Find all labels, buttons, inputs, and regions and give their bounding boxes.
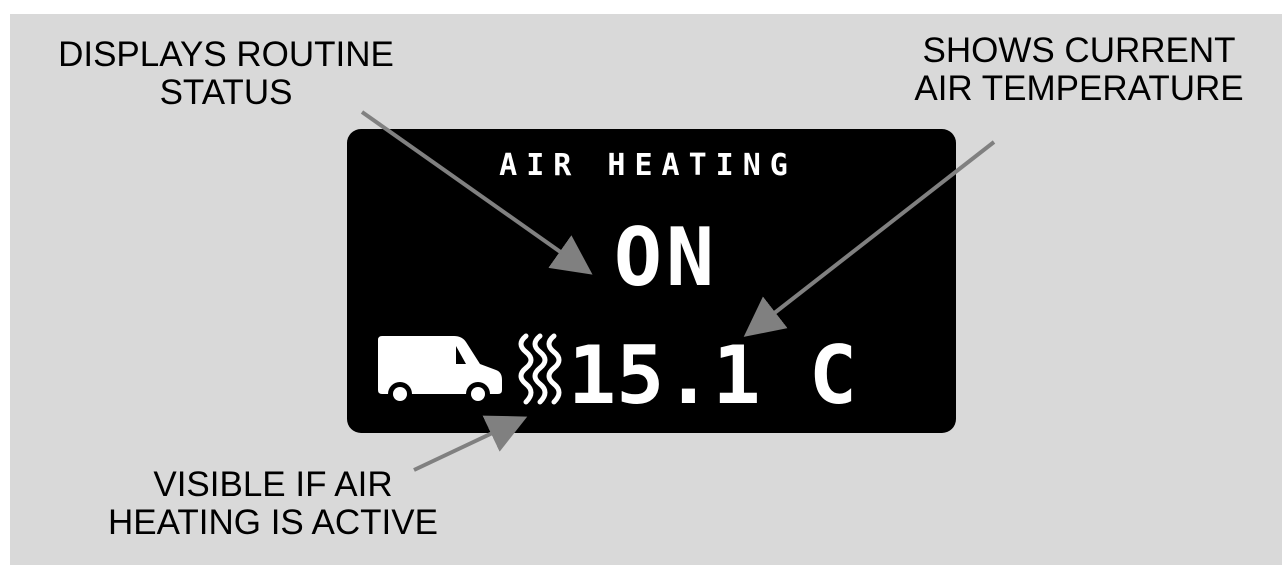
callout-heating-active-line-2: HEATING IS ACTIVE [108,503,438,542]
callout-air-temperature-line-2: AIR TEMPERATURE [914,69,1244,108]
callout-heating-active-line-1: VISIBLE IF AIR [153,465,393,504]
callout-air-temperature: SHOWS CURRENT AIR TEMPERATURE [874,32,1282,108]
callout-routine-status-line-2: STATUS [159,73,293,112]
display-title: AIR HEATING [499,148,797,183]
callout-air-temperature-line-1: SHOWS CURRENT [922,31,1236,70]
callout-routine-status: DISPLAYS ROUTINE STATUS [26,36,426,112]
callout-routine-status-line-1: DISPLAYS ROUTINE [58,35,394,74]
display-status-value: ON [613,211,719,304]
display-temperature-value: 15.1 C [568,329,857,422]
van-icon [374,330,506,406]
heat-waves-icon [512,330,568,410]
callout-heating-active: VISIBLE IF AIR HEATING IS ACTIVE [58,466,488,542]
